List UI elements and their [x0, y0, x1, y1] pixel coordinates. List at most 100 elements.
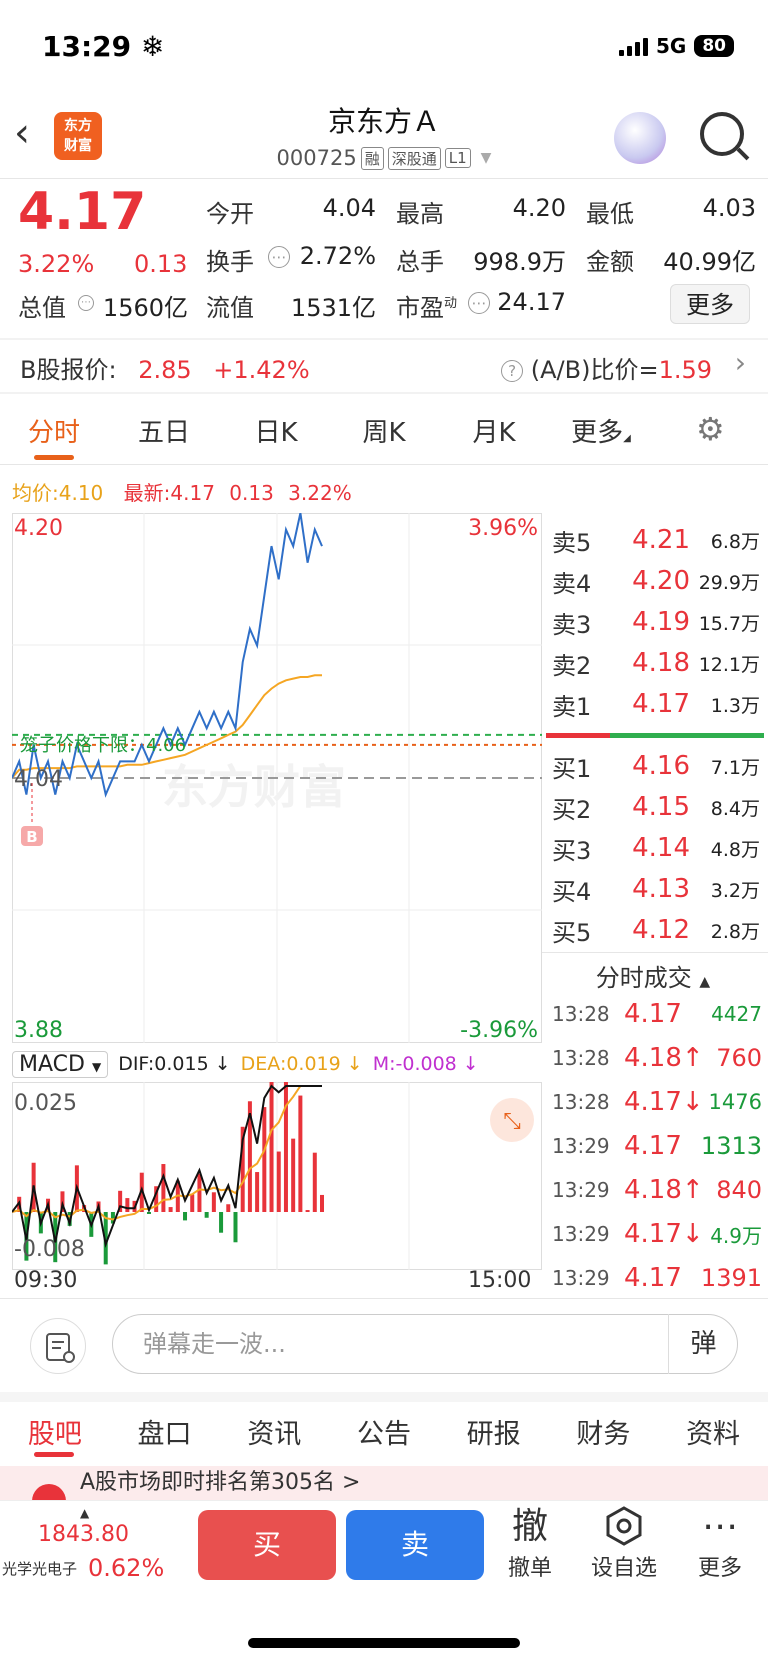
content-tabs: 股吧 盘口 资讯 公告 研报 财务 资料	[0, 1412, 768, 1451]
order-book-split-bar	[546, 733, 764, 738]
time-end: 15:00	[468, 1268, 532, 1293]
macd-dea: DEA:0.019 ↓	[240, 1053, 363, 1075]
b-share-price: 2.85	[138, 356, 192, 384]
tab-five-day[interactable]: 五日	[134, 412, 194, 449]
home-indicator	[248, 1638, 520, 1648]
sell-button[interactable]: 卖	[346, 1510, 484, 1580]
trade-row: 13:29 4.18↑ 840	[552, 1175, 762, 1205]
caret-up-icon: ▲	[80, 1506, 90, 1520]
danmaku-input[interactable]: 弹幕走一波...	[112, 1314, 738, 1374]
chevron-right-icon[interactable]: ›	[735, 346, 746, 379]
macd-bar	[197, 1173, 202, 1212]
more-stats-button[interactable]: 更多	[670, 284, 750, 324]
tag-level: L1	[444, 148, 471, 168]
tab-research[interactable]: 研报	[467, 1412, 521, 1451]
macd-header: MACD ▼ DIF:0.015 ↓ DEA:0.019 ↓ M:-0.008 …	[12, 1048, 542, 1080]
macd-chart[interactable]: 0.025 -0.008 ⤡	[12, 1082, 542, 1270]
buy-button[interactable]: 买	[198, 1510, 336, 1580]
turnover-info-icon[interactable]: ⋯	[268, 246, 290, 268]
tab-profile[interactable]: 资料	[686, 1412, 740, 1451]
status-time: 13:29 ❄	[42, 30, 165, 63]
tag-connect: 深股通	[387, 146, 441, 170]
last-price: 4.17	[18, 182, 147, 242]
turnover-value: 2.72%	[299, 242, 376, 270]
ask-row[interactable]: 卖5 4.21 6.8万	[552, 520, 762, 560]
cancel-order-button[interactable]: 撤 撤单	[490, 1504, 570, 1582]
tab-guba[interactable]: 股吧	[28, 1412, 82, 1451]
time-start: 09:30	[14, 1268, 78, 1293]
ask-row[interactable]: 卖1 4.17 1.3万	[552, 684, 762, 724]
section-gap	[0, 1392, 768, 1402]
y-bottom-price: 3.88	[14, 1018, 63, 1043]
change-percent: 3.22%	[18, 250, 95, 278]
bid-row[interactable]: 买5 4.12 2.8万	[552, 910, 762, 950]
note-settings-icon[interactable]	[30, 1318, 86, 1374]
dropdown-icon[interactable]: ▼	[481, 150, 492, 166]
ask-row[interactable]: 卖2 4.18 12.1万	[552, 643, 762, 683]
danmaku-toggle-button[interactable]: 弹	[668, 1314, 738, 1374]
mktcap-value: 1560亿	[102, 294, 188, 322]
divider	[0, 178, 768, 179]
macd-m: M:-0.008 ↓	[372, 1053, 479, 1075]
expand-icon: ⤡	[503, 1109, 521, 1134]
search-icon[interactable]	[700, 112, 744, 156]
tab-weekly-k[interactable]: 周K	[354, 412, 414, 449]
ask-row[interactable]: 卖4 4.20 29.9万	[552, 561, 762, 601]
tab-finance[interactable]: 财务	[576, 1412, 630, 1451]
ask-row[interactable]: 卖3 4.19 15.7万	[552, 602, 762, 642]
bid-row[interactable]: 买1 4.16 7.1万	[552, 746, 762, 786]
macd-bar	[283, 1082, 288, 1212]
index-value[interactable]: 1843.80	[38, 1522, 129, 1547]
divider	[0, 338, 768, 340]
tab-more[interactable]: 更多◢	[566, 412, 636, 449]
trade-row: 13:29 4.17 1391	[552, 1263, 762, 1293]
bid-row[interactable]: 买2 4.15 8.4万	[552, 787, 762, 827]
gear-icon[interactable]: ⚙	[696, 410, 725, 448]
news-banner[interactable]: A股市场即时排名第305名 >	[0, 1466, 768, 1500]
high-value: 4.20	[512, 194, 566, 222]
tab-monthly-k[interactable]: 月K	[464, 412, 524, 449]
divider	[0, 392, 768, 394]
assistant-robot-icon[interactable]	[614, 112, 666, 164]
b-share-quote[interactable]: B股报价: 2.85 +1.42%	[20, 350, 310, 385]
b-share-pct: +1.42%	[213, 356, 310, 384]
tab-announcements[interactable]: 公告	[357, 1412, 411, 1451]
macd-bar	[291, 1138, 296, 1212]
trade-row: 13:29 4.17↓ 4.9万	[552, 1219, 762, 1249]
index-percent[interactable]: 0.62%	[88, 1554, 164, 1582]
macd-bottom-label: -0.008	[14, 1237, 85, 1262]
tab-daily-k[interactable]: 日K	[246, 412, 306, 449]
index-name[interactable]: 光学光电子	[2, 1558, 77, 1579]
snowflake-icon: ❄	[140, 30, 165, 63]
bid-row[interactable]: 买3 4.14 4.8万	[552, 828, 762, 868]
macd-bar	[262, 1107, 267, 1212]
float-label: 流值	[206, 294, 254, 322]
tab-underline	[34, 1452, 74, 1457]
pe-label: 市盈动	[396, 294, 458, 322]
ab-ratio[interactable]: ? (A/B)比价=1.59	[501, 350, 712, 385]
tab-intraday[interactable]: 分时	[24, 412, 84, 449]
pe-info-icon[interactable]: ⋯	[468, 292, 490, 314]
signal-icon	[618, 36, 648, 56]
open-value: 4.04	[322, 194, 376, 222]
open-label: 今开	[206, 200, 254, 228]
limit-label: 笼子价格下限：4.06	[20, 735, 186, 756]
y-top-price: 4.20	[14, 516, 63, 541]
bid-row[interactable]: 买4 4.13 3.2万	[552, 869, 762, 909]
tab-pankou[interactable]: 盘口	[138, 1412, 192, 1451]
trades-title[interactable]: 分时成交 ▲	[548, 958, 758, 993]
change-amount: 0.13	[134, 250, 188, 278]
add-watchlist-button[interactable]: 设自选	[584, 1504, 664, 1582]
battery-icon: 80	[694, 35, 734, 57]
macd-selector[interactable]: MACD ▼	[12, 1050, 109, 1078]
macd-bar	[320, 1194, 324, 1212]
tab-news[interactable]: 资讯	[247, 1412, 301, 1451]
macd-bar	[305, 1210, 310, 1212]
more-dots-icon: ⋯	[702, 1506, 738, 1547]
volume-label: 总手	[396, 248, 444, 276]
turnover-label: 换手	[206, 248, 254, 276]
more-actions-button[interactable]: ⋯ 更多	[680, 1504, 760, 1582]
trade-row: 13:28 4.17↓ 1476	[552, 1087, 762, 1117]
intraday-price-chart[interactable]: 东方财富 笼子价格下限：4.06 4.20 3.96% 4.04 3.88 -3…	[12, 513, 542, 1043]
volume-value: 998.9万	[473, 248, 566, 276]
